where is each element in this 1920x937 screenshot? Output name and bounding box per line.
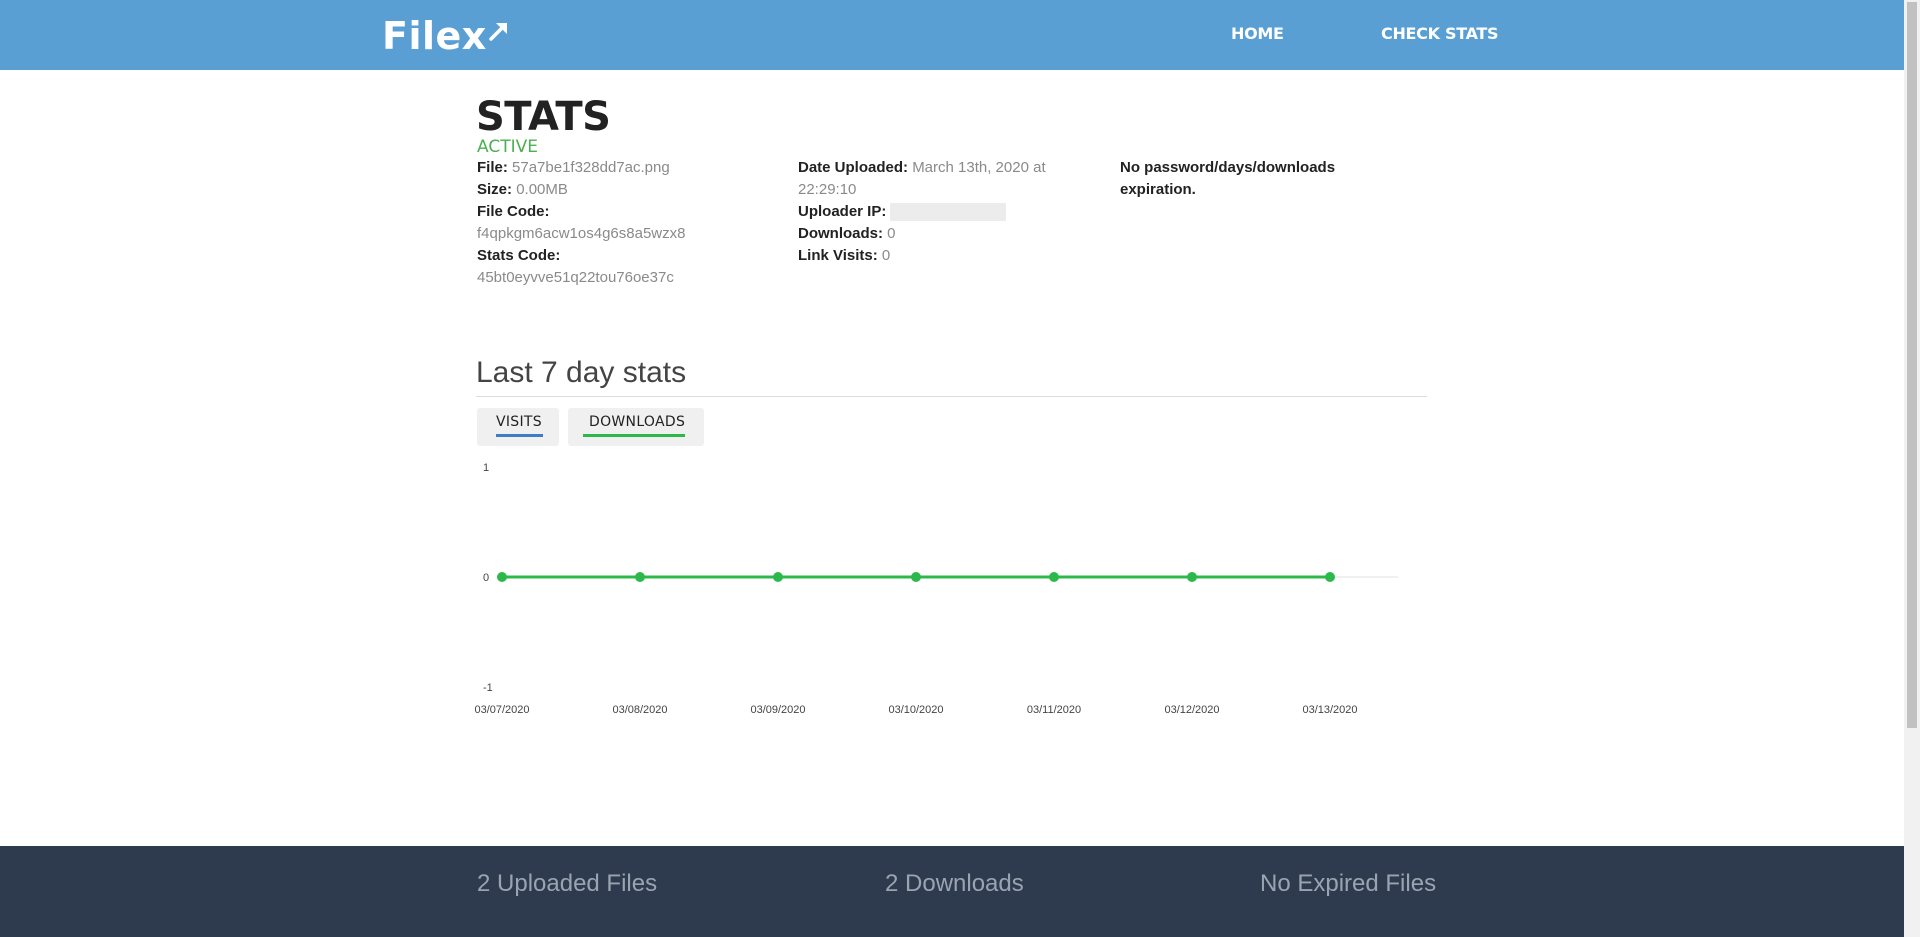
x-tick-label: 03/11/2020 xyxy=(1027,704,1081,716)
size-label: Size: xyxy=(477,181,513,198)
expiration-column: No password/days/downloads expiration. xyxy=(1120,157,1370,201)
tab-downloads-label: DOWNLOADS xyxy=(589,414,686,430)
footer: 2 Uploaded Files 2 Downloads No Expired … xyxy=(0,846,1904,937)
file-value: 57a7be1f328dd7ac.png xyxy=(512,159,670,176)
status-badge: ACTIVE xyxy=(477,137,538,157)
tab-visits-label: VISITS xyxy=(496,414,542,430)
file-code-value: f4qpkgm6acw1os4g6s8a5wzx8 xyxy=(477,225,686,242)
data-point xyxy=(497,572,507,582)
data-point xyxy=(773,572,783,582)
x-tick-label: 03/10/2020 xyxy=(888,704,943,716)
downloads-label: Downloads: xyxy=(798,225,883,242)
uploader-ip-redacted xyxy=(890,203,1007,222)
link-visits-label: Link Visits: xyxy=(798,247,878,264)
tab-visits[interactable]: VISITS xyxy=(477,408,559,446)
link-visits-value: 0 xyxy=(881,247,891,264)
expiration-note: No password/days/downloads expiration. xyxy=(1120,159,1336,198)
size-value: 0.00MB xyxy=(516,181,568,198)
link-visits-row: Link Visits: 0 xyxy=(798,245,1078,267)
stats-line-chart: 1 0 -1 03/07/2020 03/08/2020 03/09/2020 03/10/… xyxy=(474,462,1398,716)
footer-uploaded-files: 2 Uploaded Files xyxy=(477,870,658,897)
data-point xyxy=(911,572,921,582)
x-tick-label: 03/09/2020 xyxy=(750,704,805,716)
file-label: File: xyxy=(477,159,508,176)
nav-home-link[interactable]: HOME xyxy=(1231,24,1284,43)
date-uploaded-row: Date Uploaded: March 13th, 2020 at 22:29… xyxy=(798,157,1078,201)
y-tick-label: -1 xyxy=(483,682,493,694)
date-uploaded-label: Date Uploaded: xyxy=(798,159,909,176)
file-code-label: File Code: xyxy=(477,203,550,220)
data-point xyxy=(1049,572,1059,582)
uploader-ip-label: Uploader IP: xyxy=(798,203,887,220)
scrollbar-thumb[interactable] xyxy=(1907,2,1917,728)
logo-arrow-icon xyxy=(489,23,507,41)
tab-downloads[interactable]: DOWNLOADS xyxy=(568,408,704,446)
scrollbar[interactable] xyxy=(1904,0,1920,937)
file-row: File: 57a7be1f328dd7ac.png xyxy=(477,157,777,179)
footer-expired-files: No Expired Files xyxy=(1260,870,1437,897)
footer-downloads: 2 Downloads xyxy=(885,870,1024,897)
x-tick-label: 03/13/2020 xyxy=(1302,704,1357,716)
uploader-ip-row: Uploader IP: xyxy=(798,201,1078,223)
data-point xyxy=(1325,572,1335,582)
data-point xyxy=(635,572,645,582)
upload-info-column: Date Uploaded: March 13th, 2020 at 22:29… xyxy=(798,157,1078,267)
nav-check-stats-link[interactable]: CHECK STATS xyxy=(1381,24,1499,43)
logo-text: Filex xyxy=(382,14,487,58)
downloads-row: Downloads: 0 xyxy=(798,223,1078,245)
x-tick-label: 03/08/2020 xyxy=(612,704,667,716)
downloads-value: 0 xyxy=(887,225,896,242)
data-point xyxy=(1187,572,1197,582)
y-tick-label: 0 xyxy=(483,572,489,584)
section-divider xyxy=(476,396,1427,397)
tab-visits-indicator xyxy=(496,434,543,437)
tab-downloads-indicator xyxy=(583,434,685,437)
stats-code-label: Stats Code: xyxy=(477,247,561,264)
x-tick-label: 03/12/2020 xyxy=(1164,704,1219,716)
x-tick-label: 03/07/2020 xyxy=(474,704,529,716)
y-tick-label: 1 xyxy=(483,462,489,474)
file-info-column: File: 57a7be1f328dd7ac.png Size: 0.00MB … xyxy=(477,157,777,289)
filex-logo[interactable]: Filex xyxy=(382,14,510,58)
chart-section-title: Last 7 day stats xyxy=(476,356,687,389)
size-row: Size: 0.00MB xyxy=(477,179,777,201)
page-title: STATS xyxy=(476,94,611,140)
stats-code-value: 45bt0eyvve51q22tou76oe37c xyxy=(477,269,674,286)
top-navbar: Filex HOME CHECK STATS xyxy=(0,0,1904,70)
